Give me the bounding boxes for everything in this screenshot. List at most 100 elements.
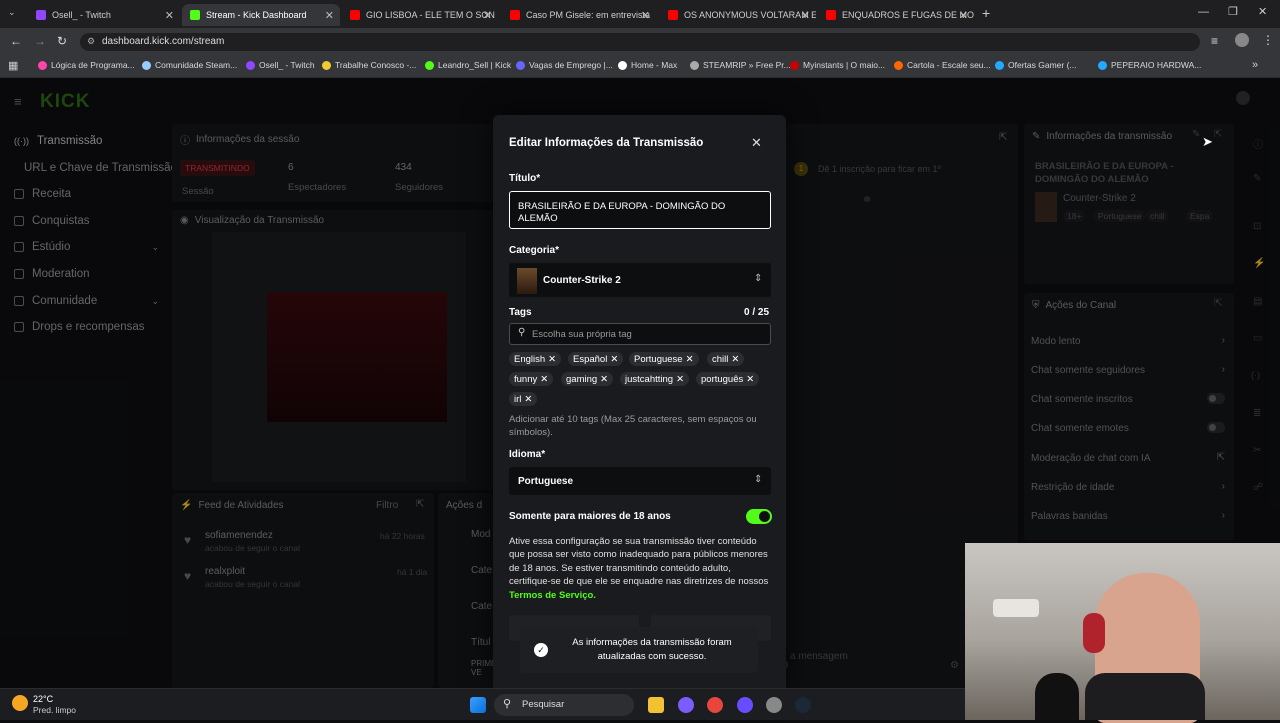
bookmark-item[interactable]: PEPERAIO HARDWA... <box>1098 60 1201 70</box>
bookmark-label: Cartola - Escale seu... <box>907 60 991 70</box>
webcam-overlay <box>965 543 1280 723</box>
language-label: Idioma* <box>509 449 546 460</box>
bookmark-label: Trabalhe Conosco -... <box>335 60 417 70</box>
bookmark-item[interactable]: Comunidade Steam... <box>142 60 237 70</box>
mature-toggle[interactable] <box>746 509 772 524</box>
site-info-icon[interactable]: ⚙ <box>87 36 95 47</box>
chrome-icon[interactable] <box>707 697 723 713</box>
remove-tag-icon[interactable]: ✕ <box>524 394 532 405</box>
kick-icon <box>190 10 200 20</box>
close-icon[interactable]: ✕ <box>801 9 810 22</box>
tag-chip[interactable]: chill ✕ <box>707 352 745 366</box>
tab-youtube-3[interactable]: OS ANONYMOUS VOLTARAM E ✕ <box>660 4 816 26</box>
tag-label: justcahtting <box>625 373 674 385</box>
tab-label: Stream - Kick Dashboard <box>206 10 307 20</box>
bookmark-item[interactable]: Lógica de Programa... <box>38 60 135 70</box>
tab-label: GIO LISBOA - ELE TEM O SON <box>366 10 495 20</box>
tab-youtube-2[interactable]: Caso PM Gisele: em entrevista ✕ <box>502 4 656 26</box>
tab-label: ENQUADROS E FUGAS DE MOT <box>842 10 974 20</box>
taskbar-search[interactable]: ⚲ Pesquisar <box>494 694 634 716</box>
telegram-icon <box>1098 60 1107 70</box>
bookmark-item[interactable]: STEAMRIP » Free Pr... <box>690 60 791 70</box>
bookmark-item[interactable]: Myinstants | O maio... <box>790 60 885 70</box>
remove-tag-icon[interactable]: ✕ <box>548 354 556 365</box>
close-modal-icon[interactable]: ✕ <box>751 135 762 151</box>
bookmark-label: Comunidade Steam... <box>155 60 238 70</box>
youtube-icon <box>668 10 678 20</box>
app-icon[interactable] <box>678 697 694 713</box>
app-icon[interactable] <box>766 697 782 713</box>
maximize-icon[interactable]: ❐ <box>1228 5 1238 18</box>
remove-tag-icon[interactable]: ✕ <box>686 354 694 365</box>
media-icon[interactable]: ≡ <box>1211 34 1218 48</box>
close-icon[interactable]: ✕ <box>959 9 968 22</box>
close-icon[interactable]: ✕ <box>165 9 174 22</box>
remove-tag-icon[interactable]: ✕ <box>731 354 739 365</box>
remove-tag-icon[interactable]: ✕ <box>610 354 618 365</box>
tab-kick-dashboard[interactable]: Stream - Kick Dashboard ✕ <box>182 4 340 26</box>
tag-chip[interactable]: gaming ✕ <box>561 372 614 386</box>
remove-tag-icon[interactable]: ✕ <box>600 374 608 385</box>
weather-status: Pred. limpo <box>33 705 76 715</box>
tab-twitch[interactable]: Osell_ - Twitch ✕ <box>28 4 180 26</box>
language-select[interactable]: Portuguese ⇕ <box>509 467 771 495</box>
tag-chip[interactable]: English ✕ <box>509 352 562 366</box>
search-icon: ⚲ <box>518 327 526 338</box>
bookmark-label: Myinstants | O maio... <box>803 60 886 70</box>
remove-tag-icon[interactable]: ✕ <box>746 374 754 385</box>
more-bookmarks-icon[interactable]: » <box>1252 59 1258 71</box>
bookmark-item[interactable]: Osell_ - Twitch <box>246 60 315 70</box>
tab-search-icon[interactable]: ⌄ <box>8 7 16 18</box>
weather-icon[interactable] <box>12 695 28 711</box>
bookmark-label: Leandro_Sell | Kick <box>438 60 512 70</box>
minimize-icon[interactable]: — <box>1198 6 1209 18</box>
bookmark-item[interactable]: Vagas de Emprego |... <box>516 60 613 70</box>
wall-shelf <box>993 599 1039 617</box>
close-icon[interactable]: ✕ <box>325 9 334 22</box>
steam-icon <box>142 60 151 70</box>
apps-icon[interactable]: ▦ <box>8 59 18 72</box>
close-icon[interactable]: ✕ <box>483 9 492 22</box>
back-icon[interactable]: ← <box>10 34 22 48</box>
tag-chip[interactable]: irl ✕ <box>509 392 538 406</box>
close-icon[interactable]: ✕ <box>641 9 650 22</box>
tag-chip[interactable]: português ✕ <box>696 372 760 386</box>
tag-chip[interactable]: Portuguese ✕ <box>629 352 699 366</box>
close-window-icon[interactable]: ✕ <box>1258 5 1267 18</box>
bookmark-item[interactable]: Leandro_Sell | Kick <box>425 60 511 70</box>
tags-input[interactable]: ⚲ Escolha sua própria tag <box>509 323 771 345</box>
tab-label: Caso PM Gisele: em entrevista <box>526 10 651 20</box>
category-select[interactable]: Counter-Strike 2 ⇕ <box>509 263 771 297</box>
microphone-icon <box>1035 673 1079 720</box>
telegram-icon <box>995 60 1004 70</box>
new-tab-icon[interactable]: + <box>982 5 990 21</box>
title-input[interactable]: BRASILEIRÃO E DA EUROPA - DOMINGÃO DO AL… <box>509 191 771 229</box>
tab-youtube-1[interactable]: GIO LISBOA - ELE TEM O SON ✕ <box>342 4 498 26</box>
file-explorer-icon[interactable] <box>648 697 664 713</box>
bookmark-item[interactable]: Ofertas Gamer (... <box>995 60 1077 70</box>
steam-icon[interactable] <box>795 697 811 713</box>
bookmarks-bar: ▦ Lógica de Programa... Comunidade Steam… <box>0 56 1280 78</box>
reload-icon[interactable]: ↻ <box>57 34 67 48</box>
remove-tag-icon[interactable]: ✕ <box>676 374 684 385</box>
profile-avatar[interactable] <box>1235 33 1249 47</box>
windows-start-icon[interactable] <box>470 697 486 713</box>
remove-tag-icon[interactable]: ✕ <box>540 374 548 385</box>
tab-youtube-4[interactable]: ENQUADROS E FUGAS DE MOT ✕ <box>818 4 974 26</box>
tag-chip[interactable]: Español ✕ <box>568 352 624 366</box>
tag-label: português <box>701 373 744 385</box>
app-icon[interactable] <box>737 697 753 713</box>
forward-icon[interactable]: → <box>34 34 46 48</box>
menu-icon[interactable]: ⋮ <box>1262 33 1274 47</box>
bookmark-label: Home - Max <box>631 60 678 70</box>
bookmark-item[interactable]: Cartola - Escale seu... <box>894 60 991 70</box>
tag-chip[interactable]: justcahtting ✕ <box>620 372 690 386</box>
bookmark-item[interactable]: Home - Max <box>618 60 677 70</box>
bookmark-label: Vagas de Emprego |... <box>529 60 613 70</box>
tag-chip[interactable]: funny ✕ <box>509 372 554 386</box>
terms-link[interactable]: Termos de Serviço. <box>509 590 596 601</box>
tags-count: 0 / 25 <box>744 307 770 318</box>
url-bar[interactable]: ⚙ dashboard.kick.com/stream <box>80 33 1200 51</box>
tags-label: Tags <box>509 307 532 318</box>
bookmark-item[interactable]: Trabalhe Conosco -... <box>322 60 416 70</box>
